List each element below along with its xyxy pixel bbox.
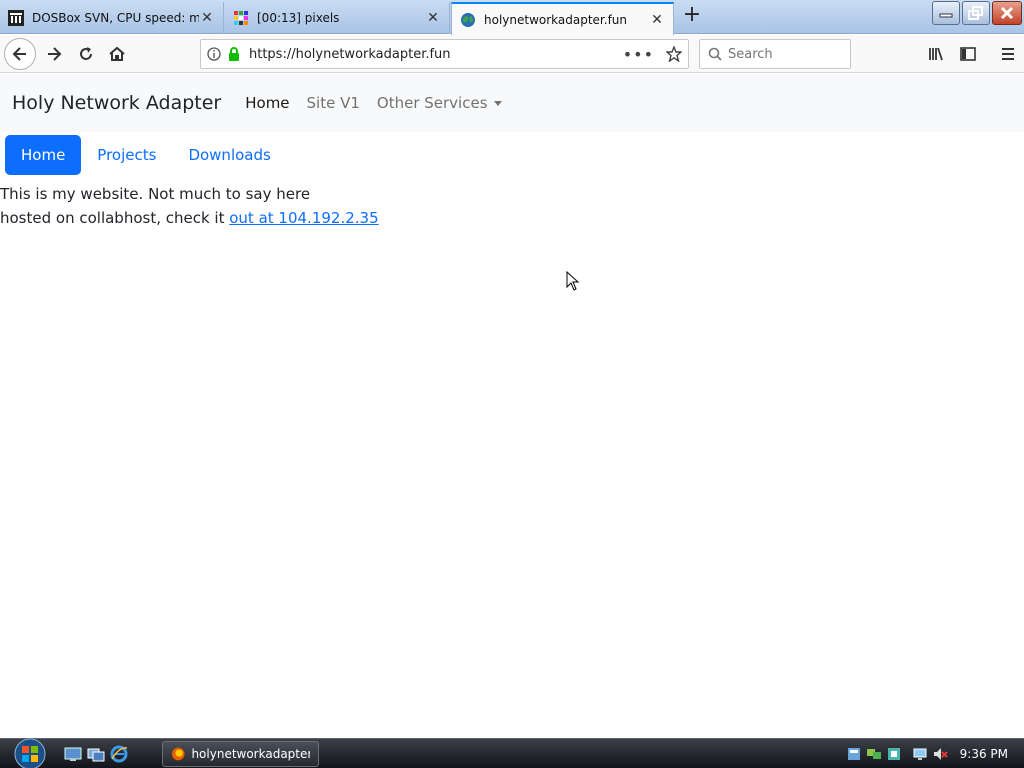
home-icon <box>109 46 125 61</box>
pill-downloads[interactable]: Downloads <box>172 135 286 175</box>
sidebar-button[interactable] <box>952 38 984 70</box>
page-content: This is my website. Not much to say here… <box>0 176 1024 230</box>
tab-holynetworkadapter[interactable]: holynetworkadapter.fun ✕ <box>451 2 674 35</box>
content-line-1: This is my website. Not much to say here <box>0 185 311 203</box>
start-orb-icon[interactable] <box>10 737 50 768</box>
pixels-grid-icon <box>234 11 248 25</box>
ip-link[interactable]: out at 104.192.2.35 <box>229 209 378 227</box>
tab-strip: DOSBox SVN, CPU speed: max ✕ [00:13] pix… <box>0 0 1024 35</box>
bookmark-star-icon[interactable] <box>666 46 682 62</box>
info-icon[interactable] <box>207 47 221 61</box>
nav-pills: Home Projects Downloads <box>0 132 1024 176</box>
content-line-2-text: hosted on collabhost, check it <box>0 209 230 227</box>
url-text[interactable]: https://holynetworkadapter.fun <box>249 47 623 62</box>
taskbar-clock[interactable]: 9:36 PM <box>960 747 1008 761</box>
library-icon <box>929 47 943 61</box>
firefox-app-icon <box>171 747 185 761</box>
tray-app-icon[interactable] <box>846 746 862 762</box>
caret-down-icon <box>493 101 502 106</box>
nav-dropdown-other-services[interactable]: Other Services <box>377 94 502 112</box>
tab-title: DOSBox SVN, CPU speed: max <box>32 11 199 25</box>
tab-close-icon[interactable]: ✕ <box>425 10 441 26</box>
web-page: Holy Network Adapter Home Site V1 Other … <box>0 74 1024 738</box>
taskbar: holynetworkadapter... 9:36 PM <box>0 738 1024 768</box>
page-actions-icon[interactable]: ••• <box>623 45 654 64</box>
browser-toolbar: https://holynetworkadapter.fun ••• <box>0 35 1024 73</box>
restore-icon <box>968 6 983 20</box>
search-input[interactable] <box>728 46 838 62</box>
search-icon <box>708 47 722 61</box>
hamburger-menu-icon <box>1002 48 1014 60</box>
tray-monitor-icon[interactable] <box>912 746 928 762</box>
back-button[interactable] <box>4 38 36 70</box>
menu-button[interactable] <box>992 38 1024 70</box>
dosbox-icon <box>8 10 24 26</box>
close-window-button[interactable] <box>992 1 1022 25</box>
forward-button[interactable] <box>38 38 70 70</box>
search-bar[interactable] <box>699 39 851 69</box>
pill-projects[interactable]: Projects <box>81 135 172 175</box>
reload-button[interactable] <box>70 38 102 70</box>
arrow-right-icon <box>48 47 62 61</box>
system-tray: 9:36 PM <box>846 739 1024 768</box>
tab-dosbox[interactable]: DOSBox SVN, CPU speed: max ✕ <box>0 2 224 34</box>
internet-explorer-icon[interactable] <box>110 745 128 763</box>
show-desktop-icon[interactable] <box>64 745 82 763</box>
sidebar-icon <box>960 47 976 61</box>
tab-close-icon[interactable]: ✕ <box>199 10 215 26</box>
nav-dropdown-label: Other Services <box>376 94 488 112</box>
taskbar-item-label: holynetworkadapter... <box>191 747 310 761</box>
library-button[interactable] <box>920 38 952 70</box>
nav-link-home[interactable]: Home <box>245 94 289 112</box>
tray-utility-icon[interactable] <box>886 746 902 762</box>
url-bar[interactable]: https://holynetworkadapter.fun ••• <box>200 39 689 69</box>
lock-icon[interactable] <box>227 47 241 61</box>
site-brand[interactable]: Holy Network Adapter <box>12 92 221 114</box>
toolbar-right-buttons <box>920 38 1024 70</box>
home-button[interactable] <box>101 38 133 70</box>
taskbar-item-firefox[interactable]: holynetworkadapter... <box>162 741 319 767</box>
globe-icon <box>461 12 475 27</box>
tab-title: [00:13] pixels <box>257 11 340 25</box>
switch-windows-icon[interactable] <box>87 745 105 763</box>
tab-title: holynetworkadapter.fun <box>484 12 628 27</box>
close-icon <box>1000 6 1014 20</box>
reload-icon <box>80 47 92 60</box>
site-navbar: Holy Network Adapter Home Site V1 Other … <box>0 74 1024 132</box>
window-controls <box>932 1 1022 25</box>
tab-close-icon[interactable]: ✕ <box>649 12 665 28</box>
tab-pixels[interactable]: [00:13] pixels ✕ <box>225 2 450 34</box>
arrow-left-icon <box>12 47 26 61</box>
content-line-2: hosted on collabhost, check it out at 10… <box>0 206 1024 230</box>
minimize-icon <box>939 13 953 18</box>
restore-button[interactable] <box>962 1 990 25</box>
mouse-cursor-icon <box>566 271 580 291</box>
tray-network-icon[interactable] <box>866 746 882 762</box>
pill-home[interactable]: Home <box>5 135 82 175</box>
nav-link-site-v1[interactable]: Site V1 <box>307 94 360 112</box>
minimize-button[interactable] <box>932 1 960 25</box>
volume-muted-icon[interactable] <box>932 746 948 762</box>
new-tab-button[interactable]: + <box>680 4 704 28</box>
